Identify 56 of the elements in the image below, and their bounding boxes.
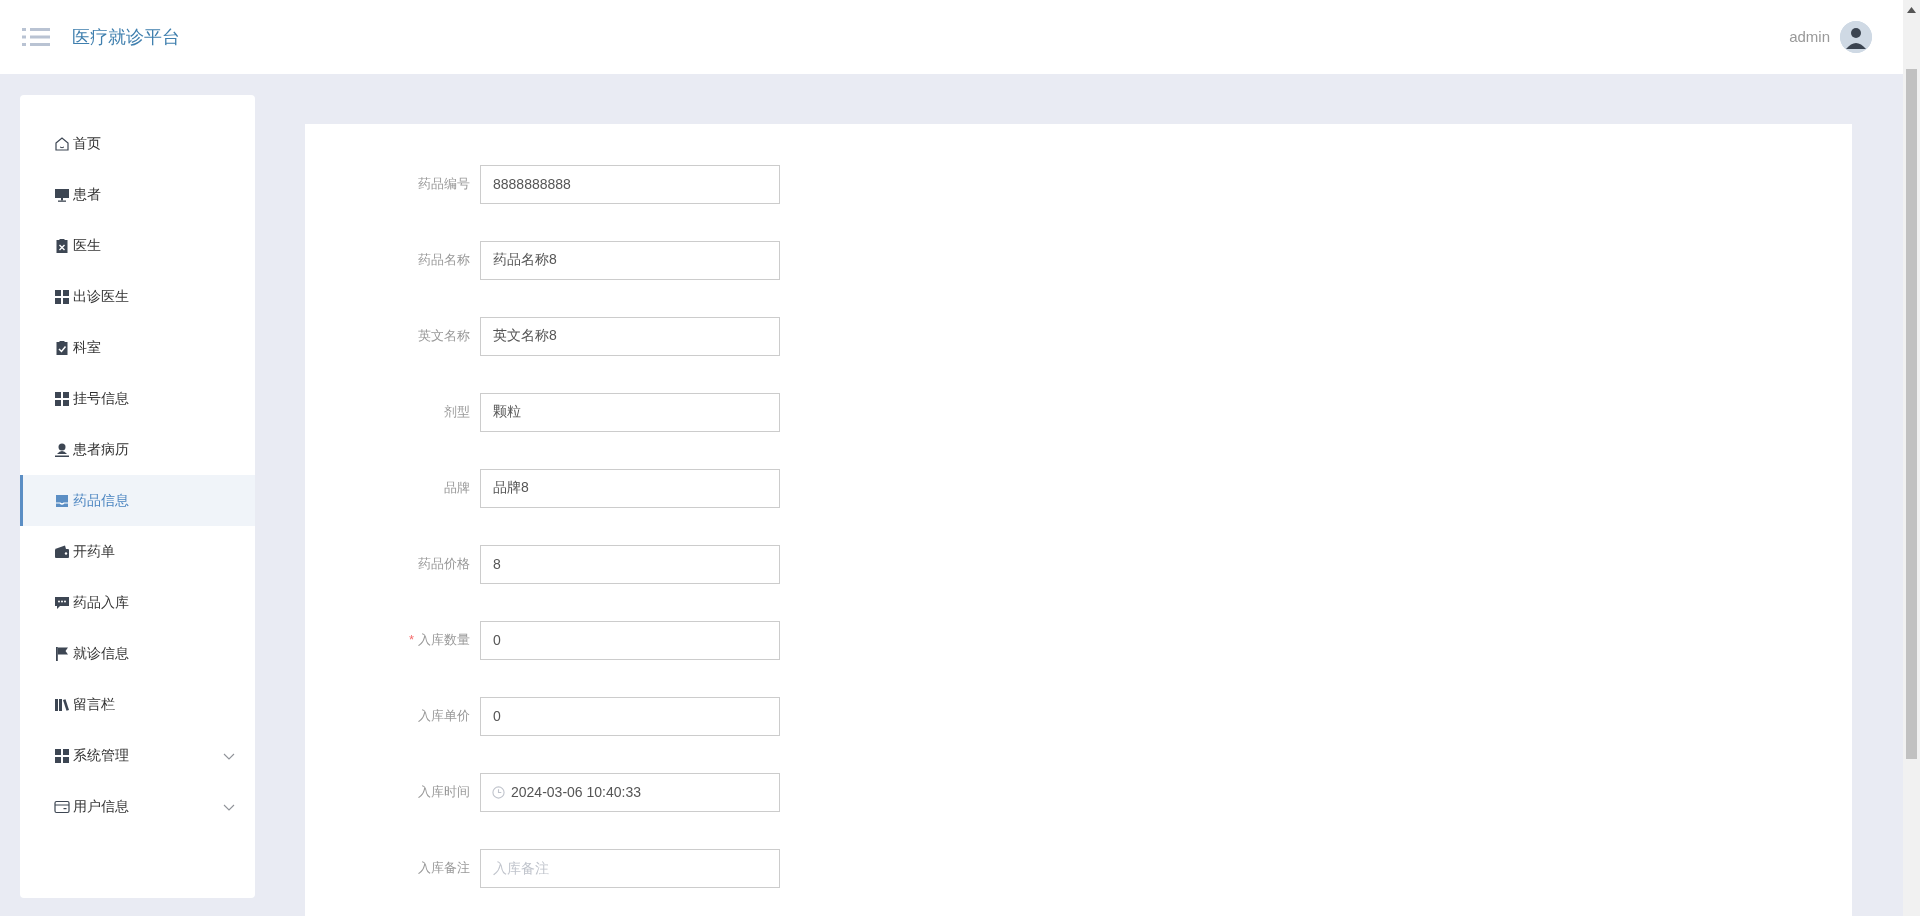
field-label: 品牌 xyxy=(444,480,470,496)
input-field[interactable]: 英文名称8 xyxy=(480,316,780,356)
field-label: 药品名称 xyxy=(418,252,470,268)
sidebar-item[interactable]: 患者病历 xyxy=(20,424,255,475)
scroll-up-icon[interactable] xyxy=(1907,7,1916,13)
input-field[interactable]: 品牌8 xyxy=(480,468,780,508)
field-label: 入库备注 xyxy=(418,860,470,876)
grid-icon xyxy=(54,390,70,407)
input-field[interactable]: 2024-03-06 10:40:33 xyxy=(480,772,780,812)
tray-icon xyxy=(54,492,70,509)
sidebar-item[interactable]: 科室 xyxy=(20,322,255,373)
input-field[interactable]: 入库备注 xyxy=(480,848,780,888)
field-label: 英文名称 xyxy=(418,328,470,344)
required-mark: * xyxy=(408,632,414,648)
clipboard-check-icon xyxy=(54,339,70,356)
sidebar-item[interactable]: 系统管理 xyxy=(20,730,255,781)
input-field[interactable]: 8888888888 xyxy=(480,164,780,204)
card-icon xyxy=(54,798,70,815)
input-field[interactable]: 药品名称8 xyxy=(480,240,780,280)
clipboard-icon xyxy=(54,237,70,254)
user-icon xyxy=(54,441,70,458)
books-icon xyxy=(54,696,70,713)
scrollbar[interactable] xyxy=(1903,0,1920,916)
monitor-icon xyxy=(54,186,70,203)
sidebar-item[interactable]: 用户信息 xyxy=(20,781,255,832)
input-field[interactable]: 0 xyxy=(480,620,780,660)
field-label: 药品编号 xyxy=(418,176,470,192)
field-label: 药品价格 xyxy=(418,556,470,572)
sidebar-item[interactable]: 药品入库 xyxy=(20,577,255,628)
input-field[interactable]: 颗粒 xyxy=(480,392,780,432)
input-field[interactable]: 0 xyxy=(480,696,780,736)
avatar[interactable] xyxy=(1840,21,1872,53)
field-label: 入库单价 xyxy=(418,708,470,724)
sidebar-item[interactable]: 出诊医生 xyxy=(20,271,255,322)
wallet-icon xyxy=(54,543,70,560)
input-field[interactable]: 8 xyxy=(480,544,780,584)
grid-icon xyxy=(54,747,70,764)
clock-icon xyxy=(492,785,505,799)
site-title: 医疗就诊平台 xyxy=(72,25,180,49)
sidebar-item[interactable]: 首页 xyxy=(20,118,255,169)
field-label: 剂型 xyxy=(444,404,470,420)
grid-icon xyxy=(54,288,70,305)
field-label: 入库数量 xyxy=(418,632,470,648)
scrollbar-thumb[interactable] xyxy=(1906,69,1917,759)
sidebar-item[interactable]: 留言栏 xyxy=(20,679,255,730)
sidebar-item[interactable]: 挂号信息 xyxy=(20,373,255,424)
menu-icon[interactable] xyxy=(22,28,50,46)
sidebar-item[interactable]: 患者 xyxy=(20,169,255,220)
field-label: 入库时间 xyxy=(418,784,470,800)
home-icon xyxy=(54,135,70,152)
sidebar-item[interactable]: 开药单 xyxy=(20,526,255,577)
chat-icon xyxy=(54,594,70,611)
sidebar-item[interactable]: 药品信息 xyxy=(20,475,255,526)
sidebar-item[interactable]: 医生 xyxy=(20,220,255,271)
flag-icon xyxy=(54,645,70,662)
sidebar-item[interactable]: 就诊信息 xyxy=(20,628,255,679)
